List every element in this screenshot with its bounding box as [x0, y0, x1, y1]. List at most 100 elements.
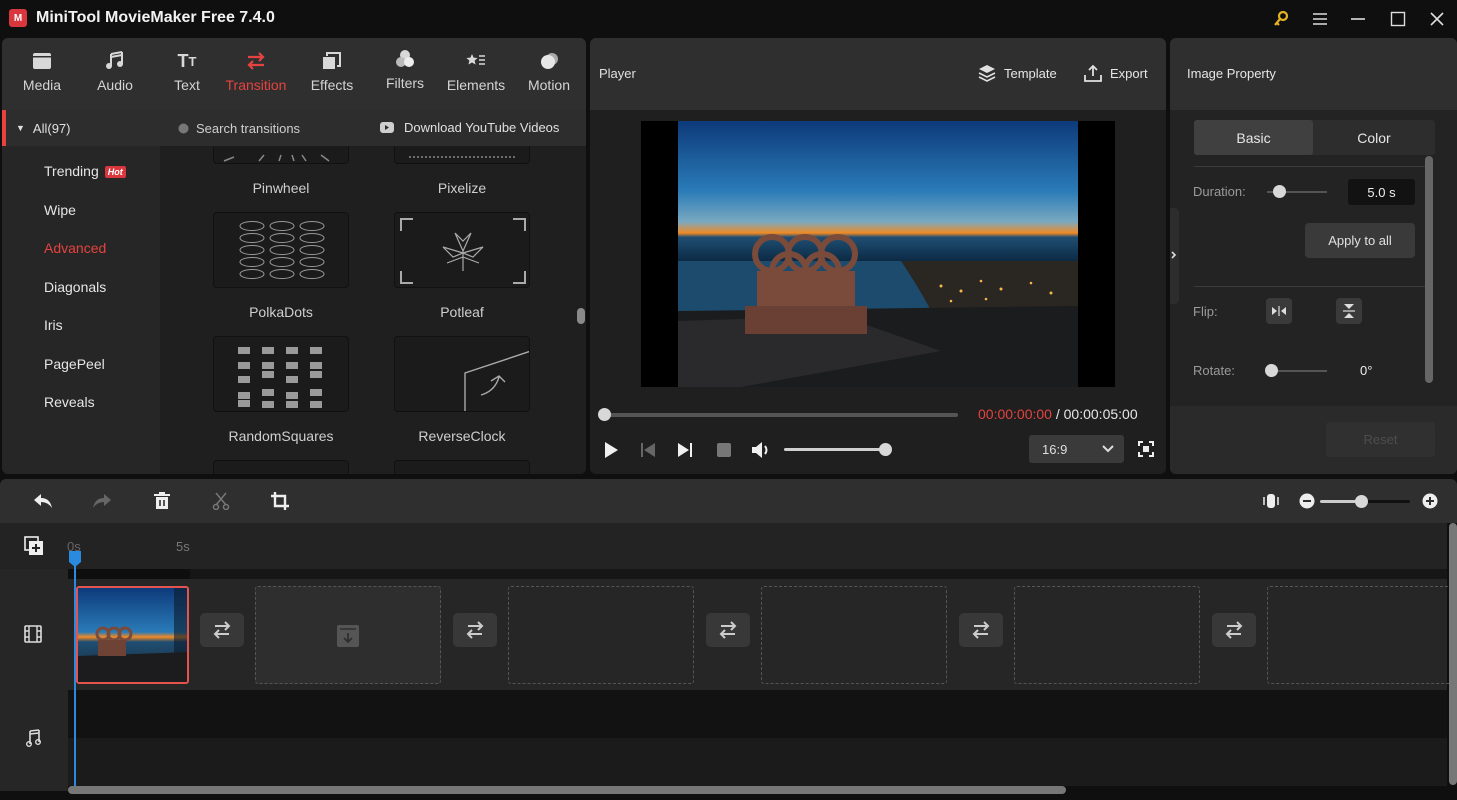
video-preview[interactable]: [641, 121, 1115, 387]
transition-thumb[interactable]: [213, 460, 349, 474]
maximize-button[interactable]: [1385, 6, 1411, 32]
empty-clip-slot[interactable]: [1267, 586, 1457, 684]
tab-audio[interactable]: Audio: [80, 48, 150, 104]
transition-thumb-potleaf[interactable]: [394, 212, 530, 288]
title-bar: M MiniTool MovieMaker Free 7.4.0: [0, 0, 1457, 38]
next-frame-button[interactable]: [677, 442, 693, 461]
apply-to-all-button[interactable]: Apply to all: [1305, 223, 1415, 258]
export-button[interactable]: Export: [1084, 64, 1148, 82]
audio-track[interactable]: [68, 690, 1447, 738]
tab-transition[interactable]: Transition: [221, 48, 291, 104]
rotate-slider[interactable]: [1265, 364, 1327, 377]
transition-thumb-pinwheel[interactable]: [213, 146, 349, 164]
collapse-panel-handle[interactable]: [1170, 208, 1179, 304]
tab-color[interactable]: Color: [1313, 120, 1435, 155]
transition-thumb-polkadots[interactable]: [213, 212, 349, 288]
volume-handle[interactable]: [879, 443, 892, 456]
tab-filters[interactable]: Filters: [370, 46, 440, 102]
empty-clip-slot[interactable]: [1014, 586, 1200, 684]
random-square: [286, 376, 298, 383]
category-reveals[interactable]: Reveals: [44, 394, 95, 410]
playhead-icon: [69, 551, 81, 567]
transition-slot[interactable]: [1212, 613, 1256, 647]
zoom-handle[interactable]: [1354, 495, 1368, 508]
close-button[interactable]: [1424, 6, 1450, 32]
video-track-icon: [24, 625, 42, 646]
volume-slider[interactable]: [784, 443, 892, 456]
empty-clip-slot[interactable]: [761, 586, 947, 684]
seek-handle[interactable]: [598, 408, 611, 421]
delete-button[interactable]: [153, 492, 171, 513]
timeline-ruler[interactable]: 0s 5s: [0, 523, 1447, 569]
property-panel: Image Property Basic Color Duration: 5.0…: [1170, 38, 1457, 474]
polkadots-preview: [239, 221, 325, 279]
zoom-in-button[interactable]: [1422, 493, 1438, 512]
timeline-zoom-slider[interactable]: [1320, 495, 1410, 508]
tab-motion[interactable]: Motion: [514, 48, 584, 104]
category-wipe[interactable]: Wipe: [44, 202, 76, 218]
property-scrollbar[interactable]: [1425, 156, 1433, 383]
flip-horizontal-button[interactable]: [1266, 298, 1292, 324]
seek-bar[interactable]: [598, 408, 958, 421]
transition-icon: [245, 48, 267, 74]
duration-input[interactable]: 5.0 s: [1348, 179, 1415, 205]
minimize-button[interactable]: [1345, 6, 1371, 32]
tab-elements[interactable]: Elements: [441, 48, 511, 104]
tab-media[interactable]: Media: [7, 48, 77, 104]
skip-back-icon: [641, 443, 655, 457]
transition-thumb-reverseclock[interactable]: [394, 336, 530, 412]
aspect-ratio-select[interactable]: 16:9: [1029, 435, 1124, 463]
category-advanced[interactable]: Advanced: [44, 240, 106, 256]
zoom-out-button[interactable]: [1299, 493, 1315, 512]
transition-slot[interactable]: [706, 613, 750, 647]
audio-track-lower[interactable]: [68, 738, 1447, 786]
search-input[interactable]: Search transitions: [178, 121, 300, 136]
timeline-horizontal-scrollbar[interactable]: [68, 786, 1066, 794]
transition-thumb-randomsquares[interactable]: [213, 336, 349, 412]
add-track-button[interactable]: [24, 536, 44, 559]
crop-button[interactable]: [271, 492, 289, 513]
empty-clip-slot[interactable]: [255, 586, 441, 684]
transition-icon: [466, 621, 484, 639]
template-button[interactable]: Template: [978, 64, 1057, 82]
duration-slider[interactable]: [1267, 185, 1327, 198]
key-icon[interactable]: [1268, 6, 1294, 32]
tab-basic[interactable]: Basic: [1194, 120, 1313, 155]
timeline-vertical-scrollbar[interactable]: [1449, 523, 1457, 785]
previous-frame-button[interactable]: [640, 442, 656, 461]
play-button[interactable]: [603, 441, 619, 462]
download-youtube-button[interactable]: Download YouTube Videos: [380, 120, 559, 135]
fullscreen-icon: [1138, 441, 1154, 457]
polka-dot: [299, 269, 325, 279]
category-diagonals[interactable]: Diagonals: [44, 279, 106, 295]
empty-clip-slot[interactable]: [508, 586, 694, 684]
fit-timeline-button[interactable]: [1262, 492, 1280, 513]
duration-handle[interactable]: [1273, 185, 1286, 198]
reset-button[interactable]: Reset: [1326, 422, 1435, 457]
transition-slot[interactable]: [453, 613, 497, 647]
split-button[interactable]: [212, 492, 230, 513]
fullscreen-button[interactable]: [1138, 441, 1154, 460]
menu-icon[interactable]: [1307, 6, 1333, 32]
transition-slot[interactable]: [959, 613, 1003, 647]
category-iris[interactable]: Iris: [44, 317, 63, 333]
category-pagepeel[interactable]: PagePeel: [44, 356, 105, 372]
stop-button[interactable]: [717, 443, 731, 457]
playhead-handle[interactable]: [68, 550, 82, 571]
category-trending[interactable]: Trending Hot: [44, 163, 126, 179]
video-clip[interactable]: [76, 586, 189, 684]
transition-grid-scrollbar[interactable]: [577, 308, 585, 324]
tab-effects[interactable]: Effects: [297, 48, 367, 104]
redo-button[interactable]: [92, 493, 112, 512]
transition-thumb-pixelize[interactable]: [394, 146, 530, 164]
rotate-handle[interactable]: [1265, 364, 1278, 377]
transition-thumb[interactable]: [394, 460, 530, 474]
volume-button[interactable]: [751, 441, 773, 462]
transition-label: Pixelize: [437, 180, 487, 196]
tab-text[interactable]: TT Text: [152, 48, 222, 104]
category-all[interactable]: ▼ All(97): [2, 110, 160, 146]
transition-slot[interactable]: [200, 613, 244, 647]
flip-vertical-button[interactable]: [1336, 298, 1362, 324]
polka-dot: [299, 257, 325, 267]
undo-button[interactable]: [33, 493, 53, 512]
